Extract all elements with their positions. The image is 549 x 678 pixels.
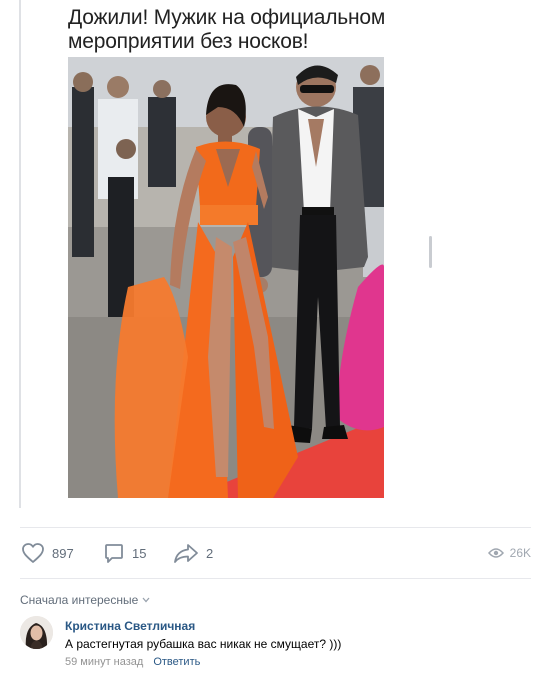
share-arrow-icon (173, 542, 199, 564)
view-count: 26K (509, 546, 531, 560)
chevron-down-icon (142, 597, 150, 603)
views-counter: 26K (487, 541, 531, 565)
photo-illustration (68, 57, 384, 498)
share-count: 2 (206, 545, 214, 561)
comment-item: Кристина Светличная А растегнутая рубашк… (20, 616, 531, 672)
comment-button[interactable]: 15 (103, 541, 146, 565)
eye-icon (487, 547, 504, 559)
comment-author-link[interactable]: Кристина Светличная (65, 619, 195, 633)
meme-caption: Дожили! Мужик на официальном мероприятии… (68, 6, 386, 53)
repost-quote-bar (19, 0, 21, 508)
post-photo[interactable] (68, 57, 384, 498)
comment-meta: 59 минут назад Ответить (65, 656, 200, 668)
like-button[interactable]: 897 (21, 541, 74, 565)
comment-count: 15 (132, 545, 147, 561)
reply-link[interactable]: Ответить (153, 656, 200, 668)
scrollbar-thumb[interactable] (429, 236, 432, 268)
wall-post: Дожили! Мужик на официальном мероприятии… (0, 0, 549, 678)
divider (20, 578, 531, 579)
sort-label: Сначала интересные (20, 593, 139, 607)
comment-text: А растегнутая рубашка вас никак не смуща… (65, 637, 342, 651)
comment-time[interactable]: 59 минут назад (65, 656, 143, 668)
divider (20, 527, 531, 528)
like-count: 897 (52, 545, 74, 561)
comment-bubble-icon (103, 542, 125, 564)
share-button[interactable]: 2 (173, 541, 213, 565)
heart-icon (21, 542, 45, 564)
comment-sort-dropdown[interactable]: Сначала интересные (20, 593, 150, 607)
avatar[interactable] (20, 616, 53, 649)
